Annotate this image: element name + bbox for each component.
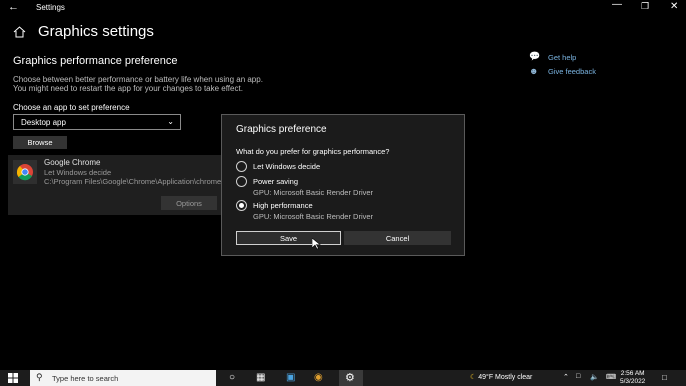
- cortana-icon[interactable]: ○: [229, 372, 235, 383]
- weather-widget[interactable]: ☾ 49°F Mostly clear: [470, 373, 532, 381]
- dialog-title: Graphics preference: [236, 124, 327, 135]
- gpu-label: GPU: Microsoft Basic Render Driver: [253, 212, 374, 221]
- notification-icon[interactable]: □: [662, 373, 667, 382]
- network-icon[interactable]: □: [576, 373, 580, 380]
- give-feedback-link[interactable]: Give feedback: [548, 67, 596, 76]
- description: Choose between better performance or bat…: [13, 75, 313, 93]
- feedback-icon: ☻: [529, 66, 539, 76]
- browse-button[interactable]: Browse: [13, 136, 67, 149]
- graphics-preference-dialog: Graphics preference What do you prefer f…: [221, 114, 465, 256]
- chrome-app-icon: [13, 160, 37, 184]
- help-icon: 💬: [529, 51, 541, 61]
- title-bar: ← Settings — ❐ ✕: [0, 0, 686, 16]
- dropdown-value: Desktop app: [21, 118, 66, 127]
- store-icon[interactable]: ▣: [286, 372, 295, 383]
- save-button[interactable]: Save: [236, 231, 341, 245]
- description-line: You might need to restart the app for yo…: [13, 84, 243, 93]
- app-path: C:\Program Files\Google\Chrome\Applicati…: [44, 177, 224, 186]
- taskbar-search-box[interactable]: ⚲ Type here to search: [30, 370, 216, 386]
- section-title: Graphics performance preference: [13, 55, 178, 67]
- window-title: Settings: [36, 3, 65, 12]
- windows-start-icon[interactable]: [8, 373, 18, 383]
- back-arrow-icon[interactable]: ←: [8, 1, 19, 13]
- page-title: Graphics settings: [38, 23, 154, 40]
- options-button[interactable]: Options: [161, 196, 217, 210]
- chrome-taskbar-icon[interactable]: ◉: [314, 372, 323, 383]
- home-icon[interactable]: [13, 26, 26, 38]
- description-line: Choose between better performance or bat…: [13, 75, 263, 84]
- chevron-down-icon: ⌄: [167, 117, 174, 126]
- radio-label: Let Windows decide: [253, 162, 321, 171]
- radio-button[interactable]: [236, 176, 247, 187]
- get-help-link[interactable]: Get help: [548, 53, 576, 62]
- time: 2:56 AM: [620, 370, 645, 377]
- radio-button[interactable]: [236, 161, 247, 172]
- radio-label: Power saving: [253, 177, 299, 186]
- dialog-question: What do you prefer for graphics performa…: [236, 147, 390, 156]
- weather-text: 49°F Mostly clear: [478, 374, 533, 381]
- clock[interactable]: 2:56 AM 5/3/2022: [620, 370, 645, 386]
- app-list-item[interactable]: Google Chrome Let Windows decide C:\Prog…: [8, 155, 224, 215]
- settings-taskbar-button[interactable]: ⚙: [339, 370, 363, 386]
- app-name: Google Chrome: [44, 158, 101, 167]
- chevron-up-icon[interactable]: ⌃: [563, 373, 569, 381]
- close-button[interactable]: ✕: [670, 1, 678, 12]
- task-view-icon[interactable]: ▦: [256, 372, 265, 383]
- minimize-button[interactable]: —: [612, 0, 622, 10]
- app-preference: Let Windows decide: [44, 168, 112, 177]
- radio-button-selected[interactable]: [236, 200, 247, 211]
- search-placeholder: Type here to search: [52, 374, 119, 383]
- speaker-icon[interactable]: 🔈: [590, 373, 599, 381]
- cancel-button[interactable]: Cancel: [344, 231, 451, 245]
- taskbar: ⚲ Type here to search ○ ▦ ▣ ◉ ⚙ ☾ 49°F M…: [0, 370, 686, 386]
- gear-icon: ⚙: [345, 372, 355, 384]
- search-icon: ⚲: [36, 372, 43, 382]
- moon-icon: ☾: [470, 374, 477, 381]
- gpu-label: GPU: Microsoft Basic Render Driver: [253, 188, 374, 197]
- mouse-pointer-icon: [312, 238, 321, 250]
- choose-app-label: Choose an app to set preference: [13, 103, 130, 112]
- app-type-dropdown[interactable]: Desktop app ⌄: [13, 114, 181, 130]
- keyboard-icon[interactable]: ⌨: [606, 373, 616, 381]
- maximize-button[interactable]: ❐: [641, 1, 649, 12]
- date: 5/3/2022: [620, 378, 646, 385]
- radio-label: High performance: [253, 201, 313, 210]
